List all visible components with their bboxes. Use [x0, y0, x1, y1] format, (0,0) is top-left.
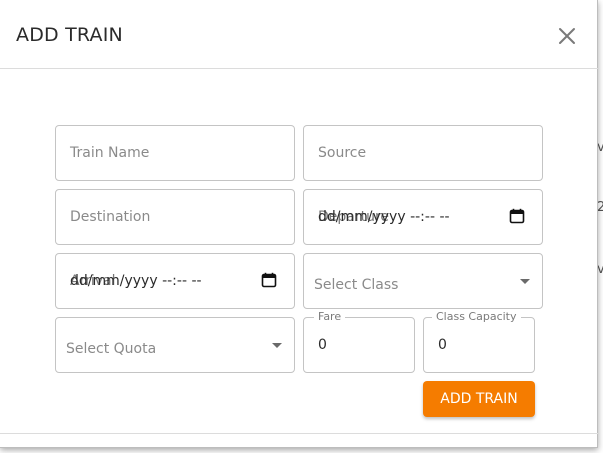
calendar-icon[interactable]: [509, 208, 525, 224]
close-button[interactable]: [555, 24, 579, 48]
quota-select-placeholder: Select Quota: [66, 341, 157, 357]
arrival-format: dd/mm/yyyy --:-- --: [70, 273, 202, 289]
source-input[interactable]: Source: [303, 125, 543, 181]
departure-format: dd/mm/yyyy --:-- --: [318, 209, 450, 225]
class-select-placeholder: Select Class: [314, 277, 399, 293]
class-capacity-label: Class Capacity: [432, 310, 521, 323]
source-placeholder: Source: [318, 145, 367, 161]
footer-divider: [0, 433, 598, 434]
destination-placeholder: Destination: [70, 209, 151, 225]
arrival-datetime-input[interactable]: Arrival dd/mm/yyyy --:-- --: [55, 253, 295, 309]
fare-input[interactable]: Fare 0: [303, 310, 415, 373]
class-capacity-input[interactable]: Class Capacity 0: [423, 310, 535, 373]
close-icon: [559, 28, 575, 44]
fare-value: 0: [318, 337, 327, 353]
departure-datetime-input[interactable]: Departure dd/mm/yyyy --:-- --: [303, 189, 543, 245]
fare-label: Fare: [314, 310, 346, 323]
add-train-dialog: ADD TRAIN Train Name Source Destination …: [0, 0, 598, 448]
class-select[interactable]: Select Class: [303, 253, 543, 309]
quota-select[interactable]: Select Quota: [55, 317, 295, 373]
destination-input[interactable]: Destination: [55, 189, 295, 245]
train-name-input[interactable]: Train Name: [55, 125, 295, 181]
calendar-icon[interactable]: [261, 272, 277, 288]
dialog-header: ADD TRAIN: [0, 0, 598, 69]
dropdown-arrow-icon: [520, 279, 530, 284]
train-name-placeholder: Train Name: [70, 145, 150, 161]
dialog-title: ADD TRAIN: [16, 24, 123, 46]
class-capacity-value: 0: [438, 337, 447, 353]
add-train-button[interactable]: ADD TRAIN: [423, 381, 535, 417]
dropdown-arrow-icon: [272, 343, 282, 348]
